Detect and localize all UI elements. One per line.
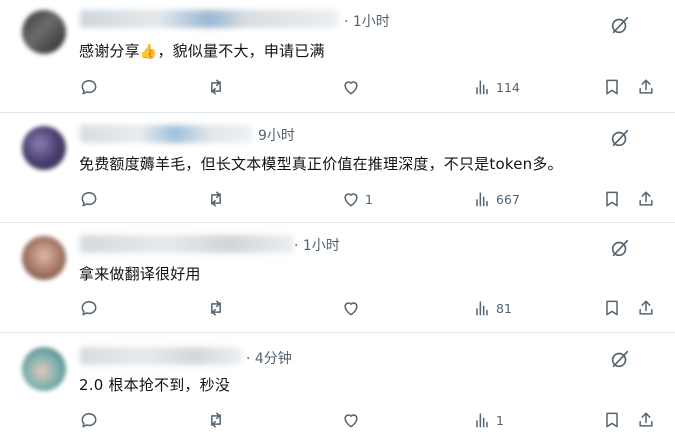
like-icon	[344, 414, 358, 428]
reply-item[interactable]: 9小时 免费额度薅羊毛，但长文本模型真正价值在推理深度，不只是token多。 1…	[0, 113, 675, 223]
share-button[interactable]	[636, 75, 656, 99]
username-blurred[interactable]	[80, 125, 252, 143]
like-icon	[344, 81, 358, 95]
share-icon	[639, 79, 653, 94]
retweet-button[interactable]	[206, 187, 230, 211]
username-blurred[interactable]	[80, 347, 242, 365]
action-bar: 1 667	[0, 187, 675, 211]
views-icon	[476, 80, 488, 95]
retweet-icon	[211, 191, 221, 207]
like-button[interactable]	[341, 296, 365, 320]
share-button[interactable]	[636, 408, 656, 432]
grok-icon[interactable]	[609, 14, 631, 36]
reply-button[interactable]	[79, 296, 103, 320]
reply-text: 感谢分享👍，貌似量不大，申请已满	[79, 42, 325, 60]
bookmark-icon	[606, 191, 618, 207]
reply-icon	[81, 413, 97, 428]
reply-text: 2.0 根本抢不到，秒没	[79, 376, 231, 394]
reply-item[interactable]: · 4分钟 2.0 根本抢不到，秒没 1	[0, 333, 675, 441]
views-icon	[476, 413, 488, 428]
retweet-button[interactable]	[206, 408, 230, 432]
action-bar: 1	[0, 408, 675, 432]
reply-button[interactable]	[79, 408, 103, 432]
bookmark-button[interactable]	[602, 75, 622, 99]
views-button[interactable]: 81	[472, 296, 512, 320]
bookmark-button[interactable]	[602, 408, 622, 432]
action-bar: 114	[0, 75, 675, 99]
views-icon	[476, 192, 488, 207]
avatar[interactable]	[22, 10, 66, 54]
retweet-icon	[211, 300, 221, 316]
grok-icon[interactable]	[609, 127, 631, 149]
thumbs-up-emoji: 👍	[139, 44, 158, 60]
timestamp[interactable]: · 1小时	[294, 235, 340, 255]
reply-icon	[81, 301, 97, 316]
like-icon	[344, 193, 358, 207]
share-icon	[639, 412, 653, 427]
avatar[interactable]	[22, 236, 66, 280]
bookmark-button[interactable]	[602, 187, 622, 211]
replies-feed: · 1小时 感谢分享👍，貌似量不大，申请已满 114 9小时 免费额度薅羊毛，但…	[0, 0, 675, 441]
username-blurred[interactable]	[80, 235, 294, 253]
retweet-icon	[211, 412, 221, 428]
bookmark-icon	[606, 412, 618, 428]
reply-button[interactable]	[79, 75, 103, 99]
views-button[interactable]: 1	[472, 408, 504, 432]
views-button[interactable]: 114	[472, 75, 520, 99]
retweet-button[interactable]	[206, 296, 230, 320]
reply-text: 免费额度薅羊毛，但长文本模型真正价值在推理深度，不只是token多。	[79, 155, 563, 173]
reply-icon	[81, 192, 97, 207]
bookmark-button[interactable]	[602, 296, 622, 320]
avatar[interactable]	[22, 126, 66, 170]
share-icon	[639, 300, 653, 315]
bookmark-icon	[606, 300, 618, 316]
grok-icon[interactable]	[609, 237, 631, 259]
bookmark-icon	[606, 79, 618, 95]
retweet-icon	[211, 79, 221, 95]
reply-button[interactable]	[79, 187, 103, 211]
views-button[interactable]: 667	[472, 187, 520, 211]
username-blurred[interactable]	[80, 10, 338, 28]
share-button[interactable]	[636, 187, 656, 211]
reply-icon	[81, 80, 97, 95]
like-button[interactable]	[341, 408, 365, 432]
share-icon	[639, 191, 653, 206]
like-button[interactable]	[341, 75, 365, 99]
timestamp[interactable]: 9小时	[258, 125, 295, 145]
reply-item[interactable]: · 1小时 拿来做翻译很好用 81	[0, 223, 675, 333]
timestamp[interactable]: · 4分钟	[246, 348, 292, 368]
retweet-button[interactable]	[206, 75, 230, 99]
views-icon	[476, 301, 488, 316]
like-button[interactable]: 1	[341, 187, 373, 211]
reply-text: 拿来做翻译很好用	[79, 265, 201, 283]
like-icon	[344, 302, 358, 316]
reply-item[interactable]: · 1小时 感谢分享👍，貌似量不大，申请已满 114	[0, 0, 675, 113]
avatar[interactable]	[22, 347, 66, 391]
timestamp[interactable]: · 1小时	[344, 11, 390, 31]
action-bar: 81	[0, 296, 675, 320]
grok-icon[interactable]	[609, 348, 631, 370]
share-button[interactable]	[636, 296, 656, 320]
